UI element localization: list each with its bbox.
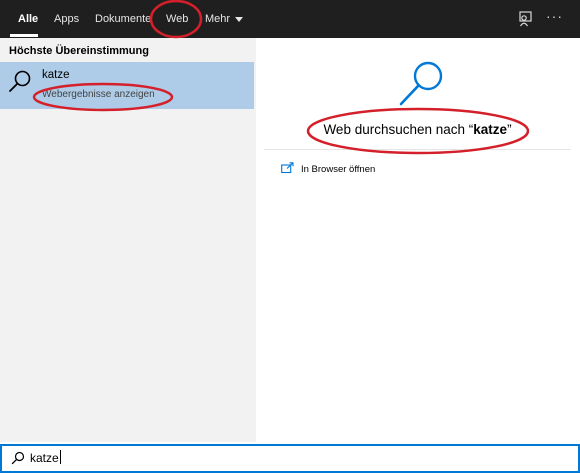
search-box[interactable]: katze xyxy=(0,444,580,473)
preview-pane: Web durchsuchen nach “katze” In Browser … xyxy=(264,47,571,442)
results-pane: Höchste Übereinstimmung katze Webergebni… xyxy=(0,38,256,442)
text-cursor xyxy=(59,450,61,464)
tab-mehr[interactable]: Mehr xyxy=(205,0,244,38)
top-navigation-bar: Alle Apps Dokumente Web Mehr ··· xyxy=(0,0,580,38)
search-icon xyxy=(11,451,25,465)
search-input-value: katze xyxy=(30,451,59,465)
search-icon xyxy=(399,61,443,106)
best-match-result[interactable]: katze Webergebnisse anzeigen xyxy=(0,62,254,109)
search-input[interactable]: katze xyxy=(30,450,61,465)
tab-dokumente[interactable]: Dokumente xyxy=(95,0,151,38)
tab-apps[interactable]: Apps xyxy=(54,0,79,38)
best-match-title: katze xyxy=(42,69,70,81)
open-in-browser-icon xyxy=(281,162,294,174)
web-search-prefix: Web durchsuchen nach “ xyxy=(323,122,474,137)
best-match-heading: Höchste Übereinstimmung xyxy=(9,45,149,57)
more-options-icon[interactable]: ··· xyxy=(546,8,563,24)
tab-alle[interactable]: Alle xyxy=(18,0,38,38)
active-tab-indicator xyxy=(10,34,38,37)
web-search-label[interactable]: Web durchsuchen nach “katze” xyxy=(264,122,571,137)
open-in-browser-label: In Browser öffnen xyxy=(301,164,376,175)
web-search-query: katze xyxy=(473,122,508,137)
divider xyxy=(264,149,571,150)
web-search-suffix: ” xyxy=(507,122,512,137)
tab-web[interactable]: Web xyxy=(166,0,188,38)
tab-mehr-label: Mehr xyxy=(205,13,231,25)
search-icon xyxy=(9,70,31,92)
feedback-icon[interactable] xyxy=(516,9,536,29)
chevron-down-icon xyxy=(235,16,244,22)
best-match-subtitle: Webergebnisse anzeigen xyxy=(42,89,155,100)
